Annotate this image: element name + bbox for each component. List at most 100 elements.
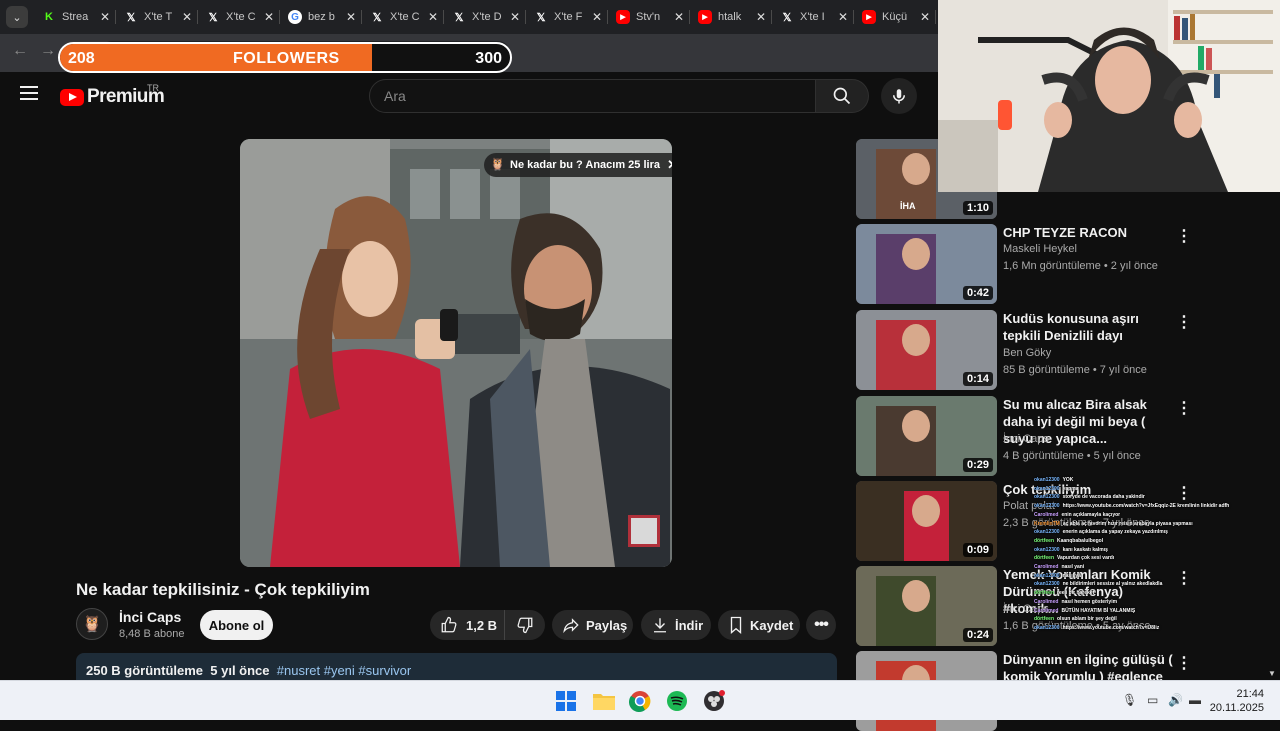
browser-tab[interactable]: Gbez b ✕ <box>280 0 362 34</box>
close-icon[interactable]: ✕ <box>674 10 684 24</box>
chat-message: okan12300 https://www.youtube.com/watch?v… <box>1034 624 1234 633</box>
recommendation-channel[interactable]: Maskeli Heykel <box>1003 243 1077 255</box>
share-button[interactable]: Paylaş <box>552 610 633 640</box>
video-overlay-tooltip[interactable]: 🦉 Ne kadar bu ? Anacım 25 lira ✕ <box>484 153 672 177</box>
system-clock[interactable]: 21:44 20.11.2025 <box>1210 687 1264 715</box>
browser-tab[interactable]: 𝕏 X'te I ✕ <box>772 0 854 34</box>
voice-search-button[interactable] <box>881 78 917 114</box>
subscribe-button[interactable]: Abone ol <box>200 610 273 640</box>
recommendation-thumbnail[interactable]: 0:14 <box>856 310 997 390</box>
chat-message: okan12300 https://www.youtube.com/watch?v… <box>1034 502 1234 511</box>
more-vertical-icon[interactable]: ⋮ <box>1176 312 1192 332</box>
windows-start-icon[interactable] <box>552 687 580 715</box>
view-count: 250 B görüntüleme <box>86 663 204 678</box>
browser-tab[interactable]: K Strea ✕ <box>34 0 116 34</box>
recommendation-thumbnail[interactable]: 0:24 <box>856 566 997 646</box>
browser-tab[interactable]: 𝕏 X'te T ✕ <box>116 0 198 34</box>
clock-date: 20.11.2025 <box>1209 702 1264 714</box>
tab-title: X'te T <box>144 11 173 23</box>
more-vertical-icon[interactable]: ⋮ <box>1176 226 1192 246</box>
more-vertical-icon[interactable]: ⋮ <box>1176 653 1192 673</box>
tab-title: Küçü <box>882 11 908 23</box>
browser-tab[interactable]: 𝕏 X'te C ✕ <box>198 0 280 34</box>
close-icon[interactable]: ✕ <box>346 10 356 24</box>
share-icon <box>562 616 580 634</box>
browser-tab-strip: ⌄ K Strea ✕ 𝕏 X'te T ✕ 𝕏 X'te C ✕ Gbez b ✕ 𝕏 X'te C ✕… <box>0 0 940 34</box>
chat-message: dörtfeen reeli bir hareket <box>1034 589 1234 598</box>
chat-text: ne bildirimleri sessize al yalnız akedla… <box>1062 581 1163 588</box>
close-icon[interactable]: ✕ <box>920 10 930 24</box>
close-icon[interactable]: ✕ <box>838 10 848 24</box>
close-icon[interactable]: ✕ <box>592 10 602 24</box>
recommendation-title[interactable]: Kudüs konusuna aşırı tepkili Denizlili d… <box>1003 310 1173 344</box>
chat-username: Carolimed <box>1034 607 1059 614</box>
recommendation-channel[interactable]: İnci Caps <box>1003 433 1049 445</box>
recommendation-thumbnail[interactable]: 0:42 <box>856 224 997 304</box>
search-button[interactable] <box>815 79 869 113</box>
close-icon[interactable]: ✕ <box>182 10 192 24</box>
x-icon: 𝕏 <box>372 11 382 24</box>
browser-tab[interactable]: 𝕏 X'te F ✕ <box>526 0 608 34</box>
recommendation-channel[interactable]: Ben Göky <box>1003 347 1051 359</box>
more-actions-button[interactable]: ••• <box>806 610 836 640</box>
battery-icon[interactable]: ▬ <box>1189 693 1201 707</box>
close-icon[interactable]: ✕ <box>510 10 520 24</box>
browser-tab[interactable]: ▶ htalk ✕ <box>690 0 772 34</box>
search-icon <box>833 87 851 105</box>
close-icon[interactable]: ✕ <box>264 10 274 24</box>
close-icon[interactable]: ✕ <box>428 10 438 24</box>
chat-username: okan12300 <box>1034 529 1060 536</box>
chat-username: okan12300 <box>1034 546 1060 553</box>
upload-age: 5 yıl önce <box>210 663 270 678</box>
browser-tab[interactable]: ▶ Küçü ✕ <box>854 0 936 34</box>
browser-tab[interactable]: ▶ Stv'n ✕ <box>608 0 690 34</box>
chat-text: olsun ablam bir şey değil <box>1057 616 1117 623</box>
recommendation-item[interactable]: 0:14 Kudüs konusuna aşırı tepkili Denizli… <box>856 310 1276 390</box>
hashtags[interactable]: #nusret #yeni #survivor <box>277 663 411 678</box>
scroll-down-arrow-icon[interactable]: ▼ <box>1268 669 1276 678</box>
tab-search-dropdown-button[interactable]: ⌄ <box>6 6 28 28</box>
close-icon[interactable]: ✕ <box>756 10 766 24</box>
microphone-icon <box>893 89 905 104</box>
file-explorer-icon[interactable] <box>590 687 618 715</box>
browser-tab[interactable]: 𝕏 X'te C ✕ <box>362 0 444 34</box>
spotify-icon[interactable] <box>663 687 691 715</box>
chat-username: dörtfeen <box>1034 590 1054 597</box>
chat-message: okan12300 YOK <box>1034 476 1234 485</box>
webcam-illustration <box>938 0 1280 192</box>
chat-text: storyde de vacorada daha yakindir <box>1062 494 1145 501</box>
recommendation-title[interactable]: CHP TEYZE RACON <box>1003 224 1173 241</box>
recommendation-item[interactable]: 0:29 Su mu alıcaz Bira alsak daha iyi değ… <box>856 396 1276 476</box>
recommendation-item[interactable]: 0:42 CHP TEYZE RACON Maskeli Heykel 1,6 Mn … <box>856 224 1276 304</box>
recommendation-thumbnail[interactable]: 0:29 <box>856 396 997 476</box>
search-input[interactable] <box>369 79 816 113</box>
bookmark-icon <box>728 616 744 634</box>
close-icon[interactable]: ✕ <box>667 157 672 173</box>
browser-tab[interactable]: 𝕏 X'te D ✕ <box>444 0 526 34</box>
volume-icon[interactable]: 🔊 <box>1168 693 1183 707</box>
chrome-icon[interactable] <box>626 687 654 715</box>
tab-title: X'te D <box>472 11 502 23</box>
hamburger-menu-icon[interactable] <box>20 86 40 106</box>
download-button[interactable]: İndir <box>641 610 711 640</box>
network-icon[interactable]: ▭ <box>1147 693 1158 707</box>
chat-username: Carolimed <box>1034 564 1059 571</box>
video-player[interactable]: 🦉 Ne kadar bu ? Anacım 25 lira ✕ <box>240 139 672 567</box>
forward-arrow-icon[interactable]: → <box>40 42 56 60</box>
back-arrow-icon[interactable]: ← <box>12 42 28 60</box>
close-icon[interactable]: ✕ <box>100 10 110 24</box>
obs-icon[interactable] <box>700 687 728 715</box>
followers-goal-count: 300 <box>475 50 502 67</box>
kick-icon: K <box>45 11 53 23</box>
like-button[interactable]: 1,2 B <box>430 610 505 640</box>
microphone-tray-icon[interactable]: 🎙 <box>1122 693 1137 707</box>
channel-avatar[interactable]: 🦉 <box>76 608 108 640</box>
save-button[interactable]: Kaydet <box>718 610 800 640</box>
tab-title: X'te I <box>800 11 825 23</box>
channel-name[interactable]: İnci Caps <box>119 609 181 625</box>
recommendation-thumbnail[interactable]: 0:09 <box>856 481 997 561</box>
chat-message: Carolimed enin açıklamayla kaçıyor <box>1034 511 1234 520</box>
more-vertical-icon[interactable]: ⋮ <box>1176 398 1192 418</box>
dislike-button[interactable] <box>505 610 545 640</box>
youtube-icon: ▶ <box>616 10 630 24</box>
